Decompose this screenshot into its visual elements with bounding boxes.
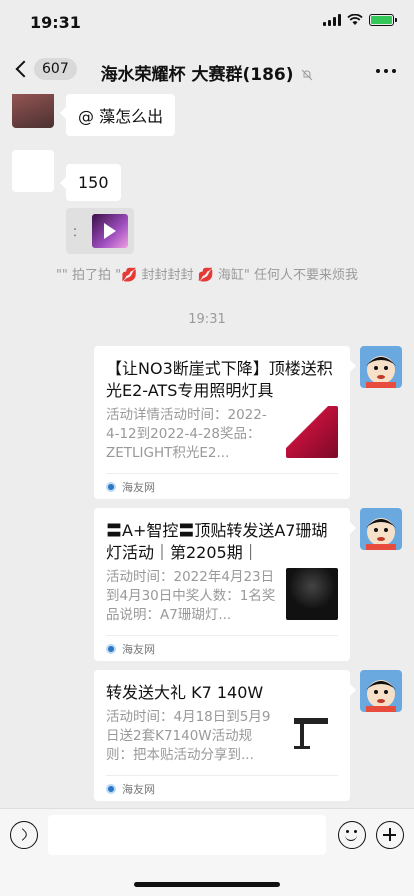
card-description: 活动时间：4月18日到5月9日送2套K7140W活动规则：把本贴活动分享到... [106,709,271,763]
card-source: 海友网 [122,480,155,494]
card-footer: 海友网 [106,635,338,661]
system-pat-notice: "" 拍了拍 "💋 封封封封 💋 海缸" 任何人不要来烦我 [55,268,359,283]
card-footer: 海友网 [106,775,338,801]
card-description: 活动时间：2022年4月23日到4月30日中奖人数：1名奖品说明：A7珊瑚灯..… [106,569,276,623]
home-indicator[interactable] [134,882,280,887]
avatar[interactable] [12,150,54,192]
message-bubble[interactable]: @ 藻怎么出 [59,94,176,136]
status-time: 19:31 [30,13,81,32]
message-timestamp: 19:31 [188,312,226,327]
message-text: 150 [78,173,109,192]
link-card[interactable]: 转发送大礼 K7 140W 活动时间：4月18日到5月9日送2套K7140W活动… [94,670,356,801]
message-bubble[interactable]: 150 [60,164,121,201]
source-icon [106,481,116,492]
nav-bar: 607 海水荣耀杯 大赛群(186) [0,48,414,94]
card-source: 海友网 [122,782,155,796]
quoted-message[interactable]: ： [66,208,135,254]
wifi-icon [347,14,363,25]
chat-area[interactable]: @ 藻怎么出 150 ： "" 拍了拍 "💋 封封封封 💋 海缸" 任何人不要来… [0,94,414,808]
avatar[interactable] [360,508,402,550]
card-title: 〓A+智控〓顶贴转发送A7珊瑚灯活动｜第2205期｜ [106,521,328,562]
chat-title-text: 海水荣耀杯 大赛群(186) [100,65,294,85]
voice-input-icon[interactable] [10,821,38,849]
card-footer: 海友网 [106,473,338,499]
emoji-icon[interactable] [338,821,366,849]
avatar[interactable] [360,670,402,712]
plus-icon[interactable] [376,821,404,849]
chat-title: 海水荣耀杯 大赛群(186) [0,60,414,85]
mute-bell-icon [302,69,313,81]
status-bar: 19:31 [0,0,414,48]
link-card[interactable]: 【让NO3断崖式下降】顶楼送积光E2-ATS专用照明灯具 活动详情活动时间：20… [94,346,356,499]
source-icon [106,783,116,794]
card-title: 【让NO3断崖式下降】顶楼送积光E2-ATS专用照明灯具 [106,359,333,400]
card-description: 活动详情活动时间：2022-4-12到2022-4-28奖品：ZETLIGHT积… [106,407,267,461]
battery-icon [369,14,397,26]
message-text: @ 藻怎么出 [78,107,164,126]
video-thumbnail[interactable] [92,214,129,248]
link-card[interactable]: 〓A+智控〓顶贴转发送A7珊瑚灯活动｜第2205期｜ 活动时间：2022年4月2… [94,508,356,661]
avatar[interactable] [360,346,402,388]
cellular-signal-icon [323,14,341,26]
more-options-button[interactable] [376,69,396,73]
k7-lamp-image [286,708,338,760]
e2-lamp-product-image [286,406,338,458]
card-title: 转发送大礼 K7 140W [106,683,264,702]
message-input[interactable] [48,815,326,855]
status-icons [323,14,397,26]
card-source: 海友网 [122,642,155,656]
play-icon [104,223,117,239]
a7-coral-lamp-image [286,568,338,620]
source-icon [106,643,116,654]
quote-prefix: ： [72,224,85,239]
avatar[interactable] [12,94,54,128]
